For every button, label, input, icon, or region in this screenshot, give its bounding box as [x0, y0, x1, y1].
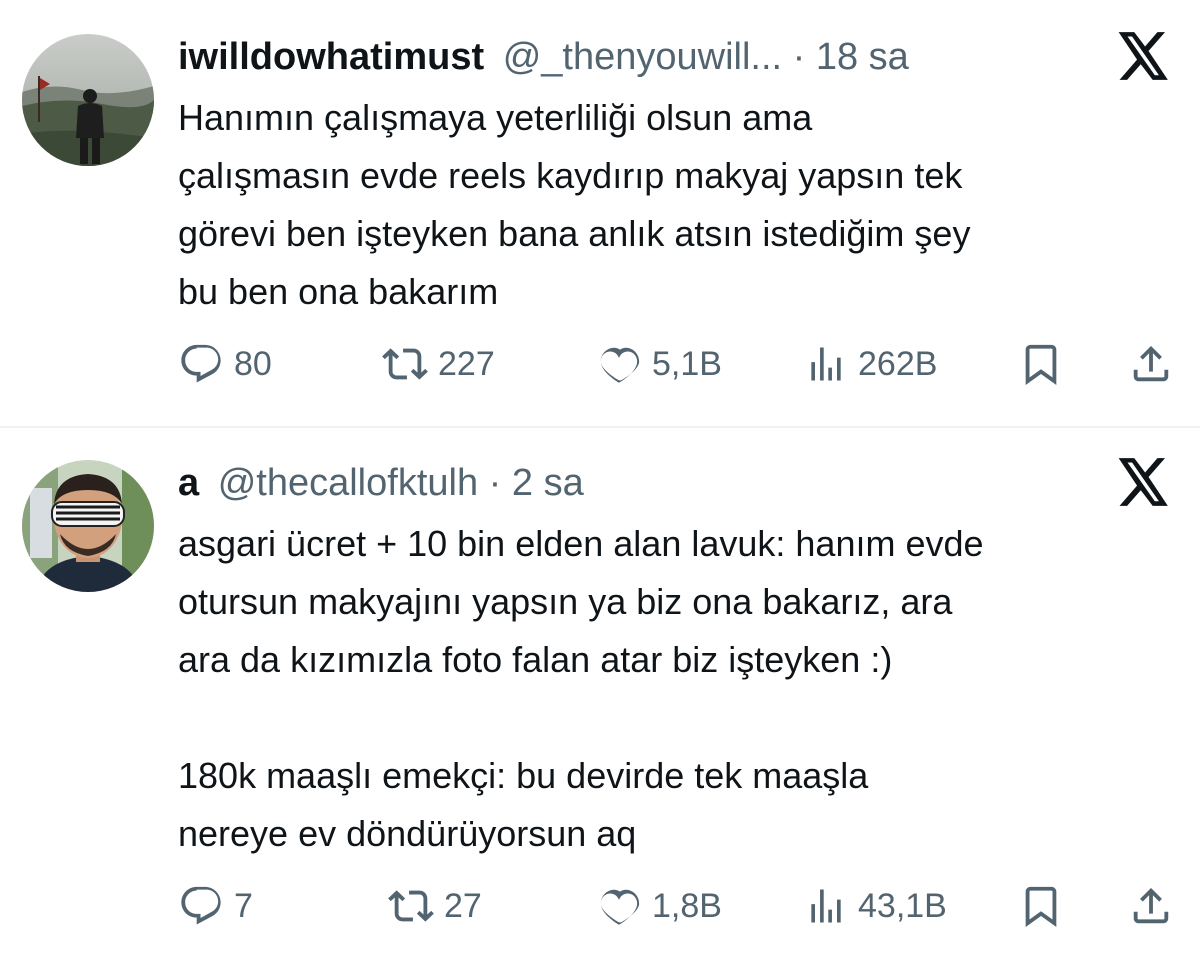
action-bar: 80 227 5,1B 262B	[178, 340, 1173, 388]
views-bar-chart-icon	[811, 889, 841, 923]
views-count: 262B	[858, 344, 938, 383]
share-button[interactable]	[1128, 340, 1174, 388]
share-button[interactable]	[1128, 882, 1174, 930]
avatar-photo-landscape	[22, 34, 154, 166]
tweet-header: iwilldowhatimust @_thenyouwill... · 18 s…	[178, 35, 909, 79]
like-button[interactable]: 1,8B	[596, 882, 722, 930]
like-button[interactable]: 5,1B	[596, 340, 722, 388]
reply-icon	[181, 344, 221, 383]
tweet-text: asgari ücret + 10 bin elden alan lavuk: …	[178, 515, 1178, 863]
x-logo-icon	[1118, 32, 1170, 80]
repost-button[interactable]: 27	[388, 882, 482, 930]
reply-count: 80	[234, 344, 272, 383]
display-name[interactable]: a	[178, 462, 199, 504]
repost-icon	[382, 348, 428, 380]
separator-dot: ·	[792, 36, 806, 78]
heart-icon	[600, 347, 640, 383]
bookmark-button[interactable]	[1018, 882, 1064, 930]
tweet-text-line	[178, 689, 1178, 747]
tweet-2[interactable]: a @thecallofktulh · 2 sa asgari ücret + …	[0, 428, 1200, 964]
heart-icon	[600, 889, 640, 925]
tweet-text-line: görevi ben işteyken bana anlık atsın ist…	[178, 213, 971, 254]
repost-count: 227	[438, 344, 495, 383]
share-icon	[1133, 887, 1169, 924]
repost-icon	[388, 890, 434, 922]
reply-button[interactable]: 7	[178, 882, 253, 930]
tweet-text-line: Hanımın çalışmaya yeterliliği olsun ama	[178, 97, 813, 138]
share-icon	[1133, 345, 1169, 382]
action-bar: 7 27 1,8B 43,1B	[178, 882, 1173, 930]
tweet-text-line: asgari ücret + 10 bin elden alan lavuk: …	[178, 523, 984, 564]
views-button[interactable]: 262B	[804, 340, 937, 388]
bookmark-icon	[1025, 886, 1057, 927]
views-bar-chart-icon	[811, 347, 841, 381]
bookmark-button[interactable]	[1018, 340, 1064, 388]
separator-dot: ·	[488, 462, 502, 504]
tweet-text-line: nereye ev döndürüyorsun aq	[178, 813, 637, 854]
tweet-text-line: çalışmasın evde reels kaydırıp makyaj ya…	[178, 155, 963, 196]
like-count: 5,1B	[652, 344, 722, 383]
reply-icon	[181, 886, 221, 925]
avatar[interactable]	[22, 34, 154, 166]
repost-button[interactable]: 227	[382, 340, 495, 388]
tweet-text-line: otursun makyajını yapsın ya biz ona baka…	[178, 581, 953, 622]
views-button[interactable]: 43,1B	[804, 882, 947, 930]
avatar-photo-portrait	[22, 460, 154, 592]
avatar[interactable]	[22, 460, 154, 592]
tweet-text: Hanımın çalışmaya yeterliliği olsun ama …	[178, 89, 1178, 321]
bookmark-icon	[1025, 344, 1057, 385]
reply-count: 7	[234, 886, 253, 925]
tweet-1[interactable]: iwilldowhatimust @_thenyouwill... · 18 s…	[0, 0, 1200, 426]
user-handle[interactable]: @_thenyouwill...	[503, 36, 782, 78]
tweet-header: a @thecallofktulh · 2 sa	[178, 461, 584, 505]
reply-button[interactable]: 80	[178, 340, 272, 388]
user-handle[interactable]: @thecallofktulh	[218, 462, 478, 504]
tweet-text-line: ara da kızımızla foto falan atar biz işt…	[178, 639, 893, 680]
views-count: 43,1B	[858, 886, 947, 925]
repost-count: 27	[444, 886, 482, 925]
display-name[interactable]: iwilldowhatimust	[178, 36, 484, 78]
x-logo-icon	[1118, 458, 1170, 506]
tweet-text-line: bu ben ona bakarım	[178, 271, 499, 312]
tweet-text-line: 180k maaşlı emekçi: bu devirde tek maaşl…	[178, 755, 869, 796]
like-count: 1,8B	[652, 886, 722, 925]
timestamp[interactable]: 18 sa	[816, 36, 909, 78]
timestamp[interactable]: 2 sa	[512, 462, 584, 504]
